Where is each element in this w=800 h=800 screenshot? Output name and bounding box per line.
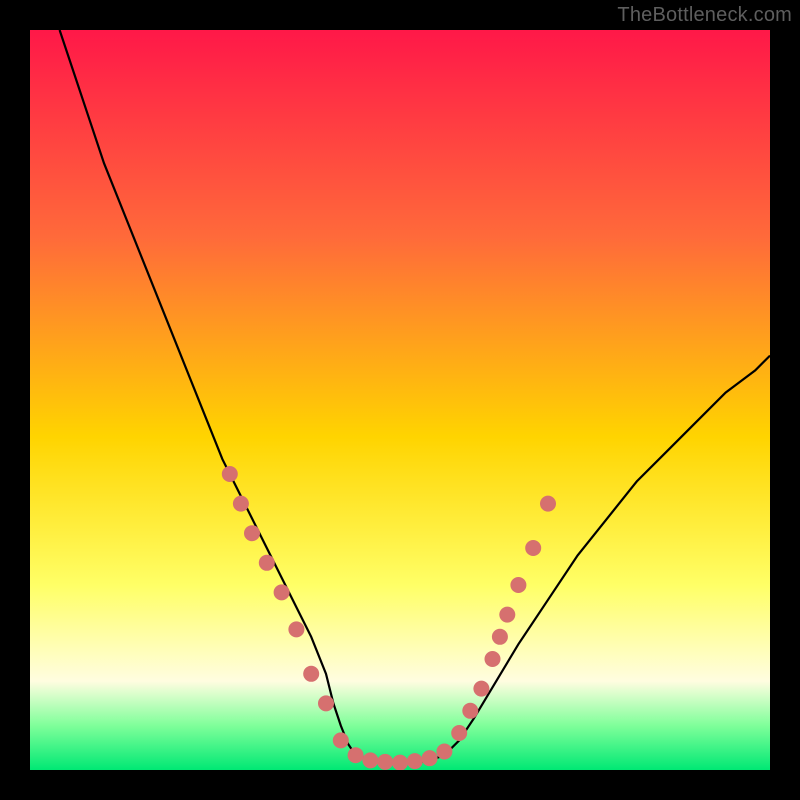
data-point [333,732,349,748]
data-point [540,496,556,512]
data-point [259,555,275,571]
data-point [485,651,501,667]
plot-area [30,30,770,770]
data-point [303,666,319,682]
watermark-text: TheBottleneck.com [617,4,792,27]
data-point [451,725,467,741]
data-point [510,577,526,593]
data-point [422,750,438,766]
data-point [274,584,290,600]
data-point [348,747,364,763]
gradient-background [30,30,770,770]
data-point [407,753,423,769]
bottleneck-chart [30,30,770,770]
chart-container: TheBottleneck.com [0,0,800,800]
data-point [244,525,260,541]
data-point [362,752,378,768]
data-point [222,466,238,482]
data-point [233,496,249,512]
data-point [499,607,515,623]
data-point [392,755,408,770]
data-point [462,703,478,719]
data-point [318,695,334,711]
data-point [436,744,452,760]
data-point [525,540,541,556]
data-point [492,629,508,645]
data-point [288,621,304,637]
data-point [377,754,393,770]
data-point [473,681,489,697]
